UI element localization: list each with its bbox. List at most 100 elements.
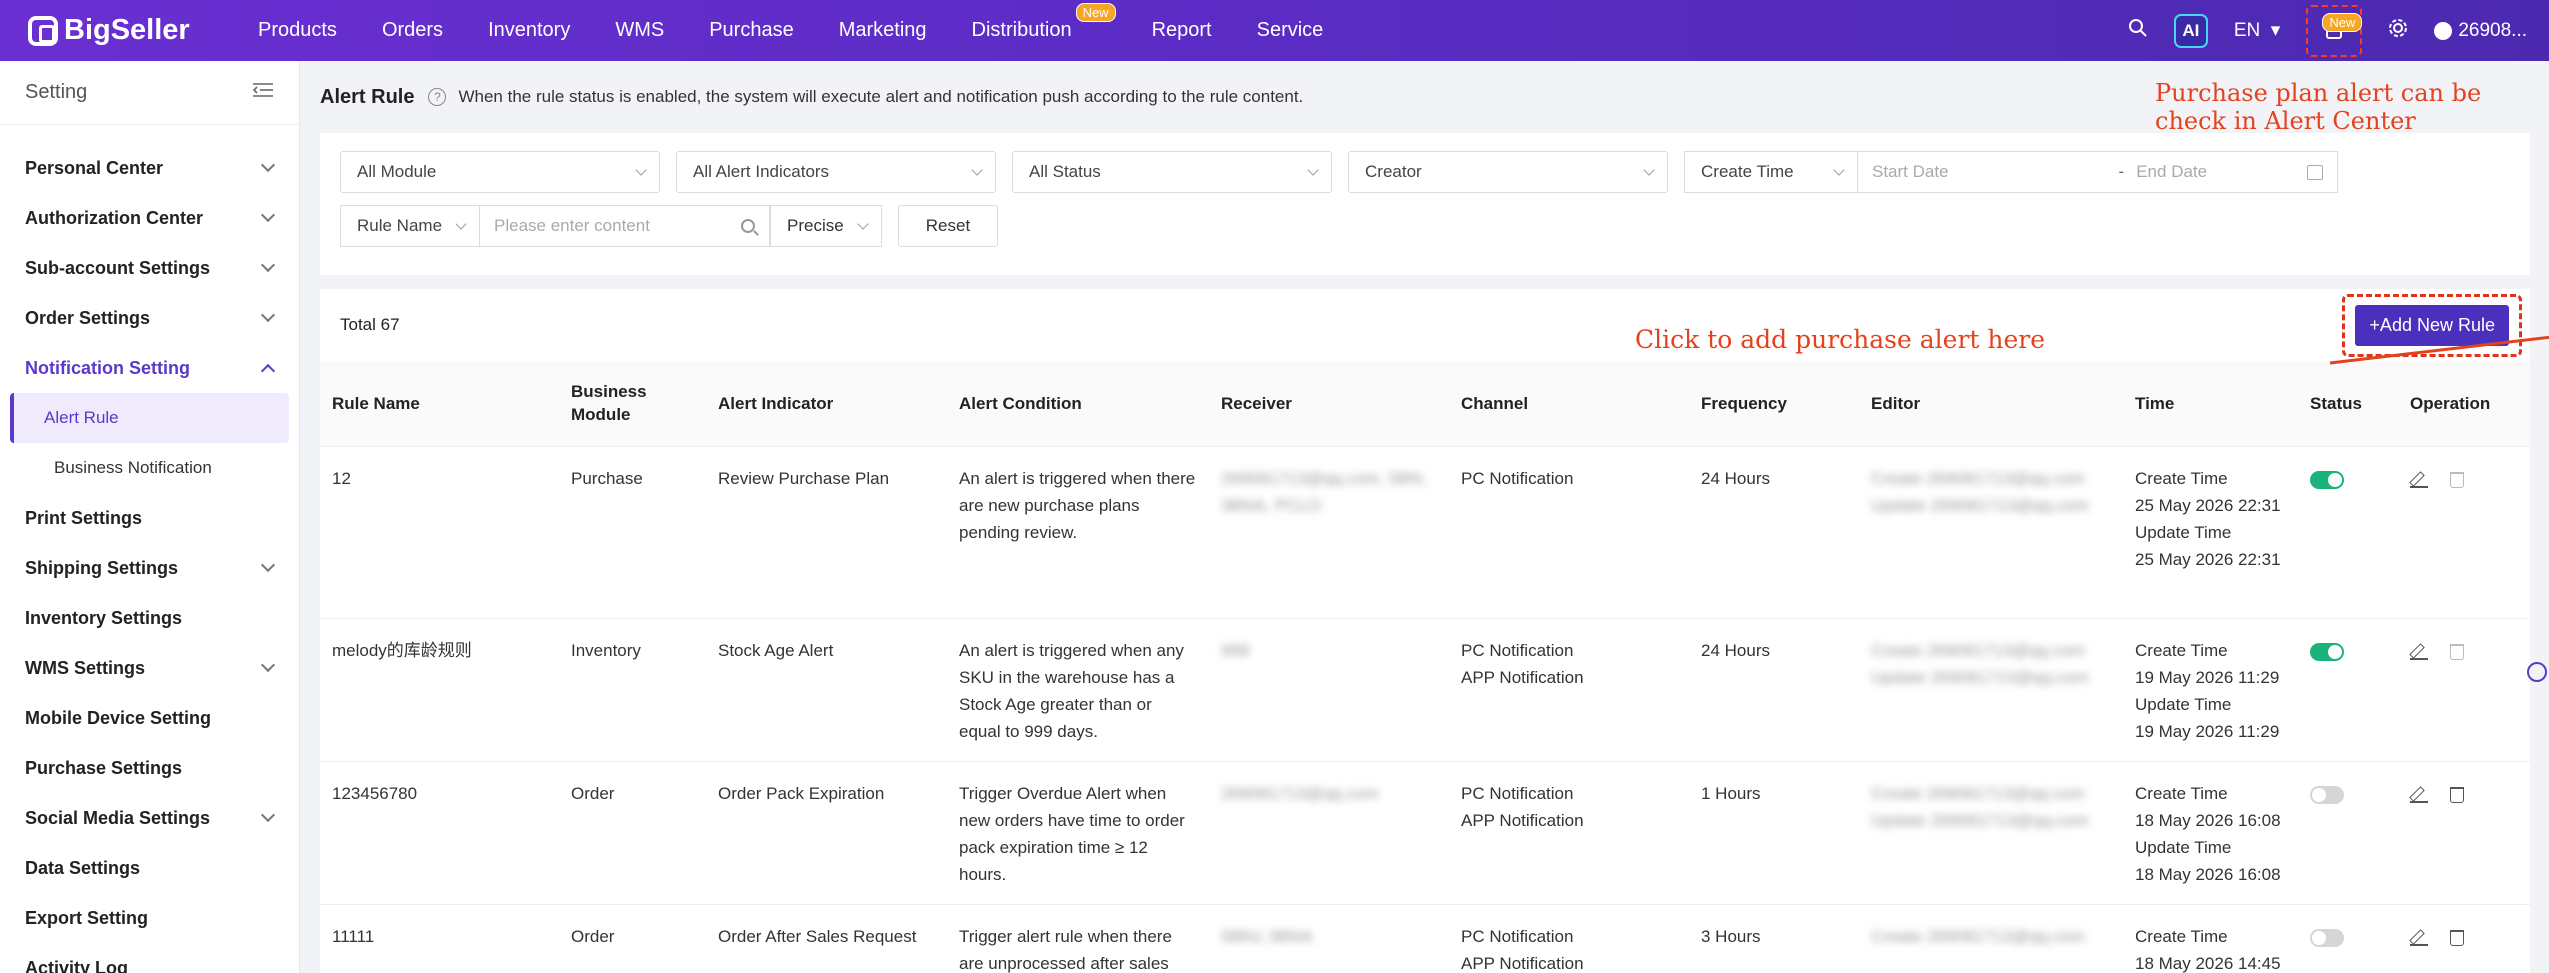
channel-item: APP Notification <box>1461 667 1584 687</box>
alert-indicator-select[interactable]: All Alert Indicators <box>676 151 996 193</box>
search-icon[interactable] <box>2128 18 2148 44</box>
cell-editor: Create 269081713@qq.com Update 269081713… <box>1859 446 2123 619</box>
creator-select[interactable]: Creator <box>1348 151 1668 193</box>
status-toggle[interactable] <box>2310 642 2344 661</box>
time-type-select[interactable]: Create Time <box>1684 151 1858 193</box>
status-toggle[interactable] <box>2310 785 2344 804</box>
cell-indicator: Review Purchase Plan <box>706 446 947 619</box>
creator-select-value: Creator <box>1365 162 1422 181</box>
sidebar-item-label: Activity Log <box>25 957 129 973</box>
sidebar-item-personal-center[interactable]: Personal Center <box>0 143 299 193</box>
collapse-sidebar-icon[interactable] <box>252 81 273 104</box>
cell-indicator: Stock Age Alert <box>706 618 947 762</box>
ai-button[interactable]: AI <box>2173 13 2208 48</box>
status-select[interactable]: All Status <box>1012 151 1332 193</box>
module-select[interactable]: All Module <box>340 151 660 193</box>
delete-icon[interactable] <box>2450 929 2464 946</box>
table-row: melody的库龄规则 Inventory Stock Age Alert An… <box>320 618 2530 762</box>
sidebar-title: Setting <box>25 81 88 103</box>
edit-icon[interactable] <box>2410 928 2428 946</box>
cell-frequency: 24 Hours <box>1689 446 1859 619</box>
time-label: Create Time <box>2135 783 2228 803</box>
sidebar-item-label: Personal Center <box>25 157 164 178</box>
cell-time: Create Time 18 May 2026 14:45 <box>2123 904 2298 973</box>
sidebar-item-label: Print Settings <box>25 507 143 528</box>
sidebar-item-social-media-settings[interactable]: Social Media Settings <box>0 793 299 843</box>
sidebar-item-label: Order Settings <box>25 307 151 328</box>
help-icon[interactable]: ? <box>428 88 447 106</box>
nav-orders[interactable]: Orders <box>382 19 443 42</box>
sidebar-item-notification-setting[interactable]: Notification Setting <box>0 343 299 393</box>
nav-wms[interactable]: WMS <box>615 19 664 42</box>
nav-purchase[interactable]: Purchase <box>709 19 794 42</box>
table-row: 12 Purchase Review Purchase Plan An aler… <box>320 446 2530 619</box>
edit-icon[interactable] <box>2410 642 2428 660</box>
col-business-module: Business Module <box>559 361 706 447</box>
sidebar-item-data-settings[interactable]: Data Settings <box>0 843 299 893</box>
start-date-placeholder: Start Date <box>1872 162 1949 181</box>
delete-icon[interactable] <box>2450 471 2464 488</box>
time-value: 25 May 2026 22:31 <box>2135 549 2281 569</box>
sidebar-item-print-settings[interactable]: Print Settings <box>0 493 299 543</box>
time-label: Create Time <box>2135 468 2228 488</box>
date-range-picker[interactable]: Start Date - End Date <box>1858 151 2338 193</box>
edit-icon[interactable] <box>2410 785 2428 803</box>
status-toggle[interactable] <box>2310 928 2344 947</box>
user-menu[interactable]: 26908... <box>2434 20 2527 42</box>
filter-row-2: Rule Name Please enter content Precise R… <box>340 205 2510 247</box>
sidebar-item-mobile-device-setting[interactable]: Mobile Device Setting <box>0 693 299 743</box>
time-type-value: Create Time <box>1701 162 1794 181</box>
channel-item: PC Notification <box>1461 468 1574 488</box>
search-field-select[interactable]: Rule Name <box>340 205 480 247</box>
nav-products[interactable]: Products <box>258 19 337 42</box>
sidebar-item-order-settings[interactable]: Order Settings <box>0 293 299 343</box>
chevron-down-icon <box>260 157 276 173</box>
sidebar-item-inventory-settings[interactable]: Inventory Settings <box>0 593 299 643</box>
bell-new-badge: New <box>2322 12 2363 32</box>
edit-icon[interactable] <box>2410 470 2428 488</box>
cell-operation <box>2398 446 2530 619</box>
sidebar-item-export-setting[interactable]: Export Setting <box>0 893 299 943</box>
channel-item: PC Notification <box>1461 926 1574 946</box>
sidebar-item-wms-settings[interactable]: WMS Settings <box>0 643 299 693</box>
sidebar-subitem-alert-rule[interactable]: Alert Rule <box>10 393 289 443</box>
reset-button[interactable]: Reset <box>898 205 998 247</box>
search-icon[interactable] <box>741 219 755 233</box>
col-operation: Operation <box>2398 361 2530 447</box>
delete-icon[interactable] <box>2450 643 2464 660</box>
bigseller-logo[interactable]: BigSeller <box>28 14 208 47</box>
delete-icon[interactable] <box>2450 786 2464 803</box>
sidebar-item-authorization-center[interactable]: Authorization Center <box>0 193 299 243</box>
nav-distribution[interactable]: Distribution New <box>972 3 1116 42</box>
sidebar-item-shipping-settings[interactable]: Shipping Settings <box>0 543 299 593</box>
cell-rule-name: 12 <box>320 446 559 619</box>
user-id: 26908... <box>2458 19 2527 41</box>
sidebar-item-purchase-settings[interactable]: Purchase Settings <box>0 743 299 793</box>
settings-gear-icon[interactable] <box>2388 18 2408 44</box>
match-mode-select[interactable]: Precise <box>770 205 882 247</box>
chevron-down-icon <box>260 557 276 573</box>
nav-inventory[interactable]: Inventory <box>488 19 570 42</box>
cell-editor: Create 269081713@qq.com Update 269081713… <box>1859 618 2123 762</box>
nav-report[interactable]: Report <box>1152 19 1212 42</box>
cell-condition: Trigger Overdue Alert when new orders ha… <box>947 761 1209 905</box>
chevron-down-icon <box>971 164 983 176</box>
language-selector[interactable]: EN ▾ <box>2234 19 2281 42</box>
end-date-placeholder: End Date <box>2136 162 2208 181</box>
search-field-value: Rule Name <box>357 216 443 235</box>
sidebar-item-label: Data Settings <box>25 857 141 878</box>
cell-receiver: 5BN1 3BNA <box>1209 904 1449 973</box>
nav-marketing[interactable]: Marketing <box>839 19 927 42</box>
search-input[interactable]: Please enter content <box>480 205 770 247</box>
sidebar-header: Setting <box>0 61 299 125</box>
col-channel: Channel <box>1449 361 1689 447</box>
floating-search-icon[interactable] <box>2527 662 2547 682</box>
status-toggle[interactable] <box>2310 470 2344 489</box>
sidebar-subitem-business-notification[interactable]: Business Notification <box>10 443 289 493</box>
nav-service[interactable]: Service <box>1257 19 1324 42</box>
sidebar-item-sub-account-settings[interactable]: Sub-account Settings <box>0 243 299 293</box>
sidebar-item-activity-log[interactable]: Activity Log <box>0 943 299 973</box>
cell-operation <box>2398 761 2530 905</box>
user-avatar-icon <box>2434 21 2453 40</box>
notification-bell-button[interactable]: New <box>2306 4 2363 57</box>
